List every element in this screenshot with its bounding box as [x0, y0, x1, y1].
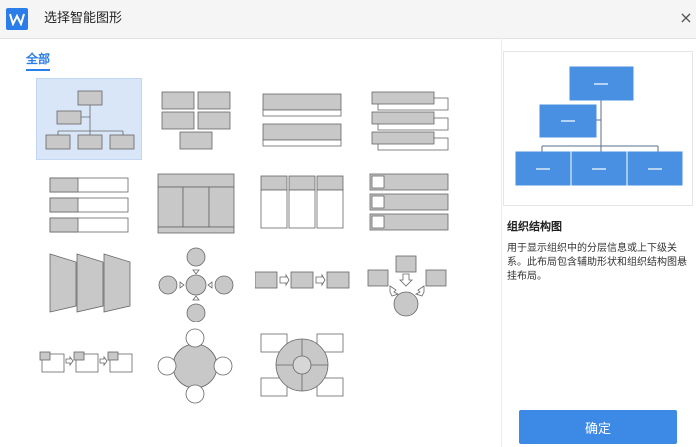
- layout-thumb-vertical-bullet-list[interactable]: [36, 170, 142, 252]
- layout-thumb-funnel-steps[interactable]: [36, 250, 142, 332]
- layout-thumb-quadrant-circle[interactable]: [255, 326, 361, 408]
- layout-thumb-block-grid[interactable]: [148, 78, 254, 160]
- window-title: 选择智能图形: [44, 11, 123, 26]
- title-bar: 选择智能图形 ×: [0, 0, 696, 39]
- tab-all[interactable]: 全部: [26, 50, 51, 71]
- layout-thumb-picture-list[interactable]: [362, 170, 468, 252]
- layout-thumb-radial-arrows[interactable]: [148, 240, 254, 322]
- layout-thumb-offset-list[interactable]: [362, 78, 468, 160]
- layout-description: 用于显示组织中的分层信息或上下级关系。此布局包含辅助形状和组织结构图悬挂布局。: [507, 243, 687, 282]
- layout-preview: [503, 51, 693, 206]
- wps-logo-icon: [6, 8, 28, 30]
- close-icon[interactable]: ×: [676, 4, 696, 32]
- layout-thumb-horizontal-process[interactable]: [255, 250, 361, 332]
- layout-thumb-converging-arrows[interactable]: [362, 250, 468, 332]
- layout-thumb-stacked-bars[interactable]: [255, 78, 361, 160]
- layout-thumb-column-bullets[interactable]: [255, 170, 361, 252]
- layout-thumb-org-chart[interactable]: [36, 78, 142, 160]
- layout-thumb-circle-radial[interactable]: [148, 326, 254, 408]
- layout-thumb-picture-process[interactable]: [36, 326, 142, 408]
- panel-divider: [501, 38, 502, 447]
- confirm-button[interactable]: 确定: [519, 410, 677, 444]
- layout-name: 组织结构图: [507, 220, 562, 233]
